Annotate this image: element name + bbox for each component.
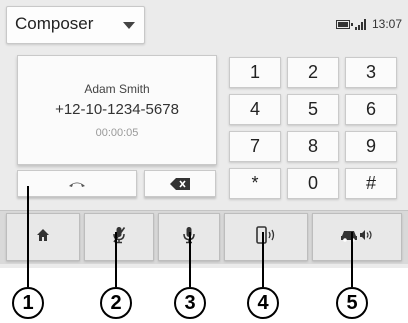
key-5[interactable]: 5 <box>287 94 339 125</box>
callout-1: 1 <box>12 287 44 319</box>
mute-microphone-button[interactable] <box>84 213 154 261</box>
callout-5: 5 <box>336 287 368 319</box>
car-audio-button[interactable] <box>312 213 402 261</box>
key-1[interactable]: 1 <box>229 57 281 88</box>
hang-up-icon <box>18 171 136 196</box>
callout-line-5 <box>351 232 353 287</box>
callout-line-1 <box>27 186 29 287</box>
key-9[interactable]: 9 <box>345 131 397 162</box>
phone-handset-icon <box>255 225 277 249</box>
backspace-button[interactable] <box>144 170 216 197</box>
car-speaker-icon <box>340 228 374 247</box>
signal-icon <box>354 18 367 30</box>
contact-number: +12-10-1234-5678 <box>55 101 179 118</box>
call-timer: 00:00:05 <box>95 127 139 139</box>
key-star[interactable]: * <box>229 168 281 199</box>
backspace-icon <box>145 171 215 196</box>
key-7[interactable]: 7 <box>229 131 281 162</box>
key-8[interactable]: 8 <box>287 131 339 162</box>
phone-audio-button[interactable] <box>224 213 308 261</box>
phone-screen: Composer 13:07 Adam Smith +12-10-1234-56… <box>0 0 408 268</box>
contact-name: Adam Smith <box>84 82 150 96</box>
mode-dropdown[interactable]: Composer <box>6 6 145 44</box>
chevron-down-icon <box>123 22 135 29</box>
callout-line-4 <box>262 232 264 287</box>
battery-icon <box>335 19 353 29</box>
key-2[interactable]: 2 <box>287 57 339 88</box>
key-0[interactable]: 0 <box>287 168 339 199</box>
callout-4: 4 <box>247 287 279 319</box>
key-3[interactable]: 3 <box>345 57 397 88</box>
bottom-toolbar <box>0 210 408 264</box>
clock: 13:07 <box>371 17 402 31</box>
home-button[interactable] <box>6 213 80 261</box>
contact-panel: Adam Smith +12-10-1234-5678 00:00:05 <box>17 55 217 165</box>
callout-3: 3 <box>174 287 206 319</box>
callout-line-3 <box>189 232 191 287</box>
key-hash[interactable]: # <box>345 168 397 199</box>
home-icon <box>36 228 50 247</box>
callout-2: 2 <box>100 287 132 319</box>
key-6[interactable]: 6 <box>345 94 397 125</box>
mode-dropdown-label: Composer <box>15 14 94 33</box>
hang-up-button[interactable] <box>17 170 137 197</box>
dial-keypad: 1 2 3 4 5 6 7 8 9 * 0 # <box>229 57 401 199</box>
callout-line-2 <box>115 232 117 287</box>
status-bar: 13:07 <box>335 16 402 32</box>
key-4[interactable]: 4 <box>229 94 281 125</box>
